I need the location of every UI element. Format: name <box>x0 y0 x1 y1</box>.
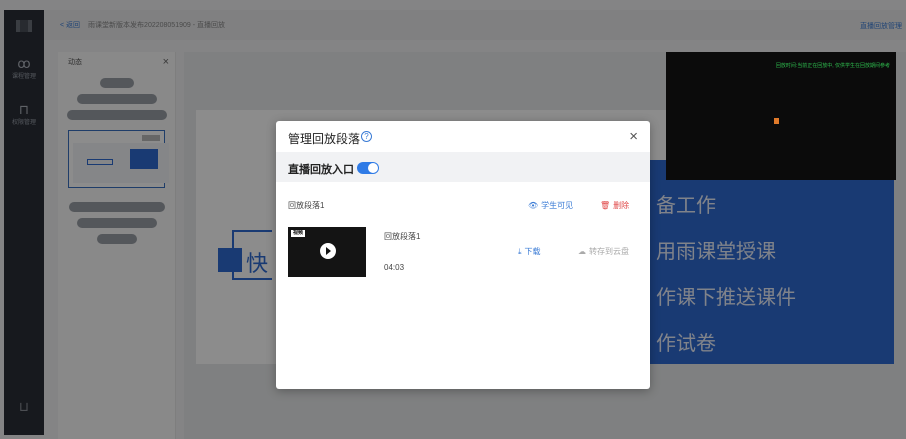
record-indicator-icon <box>774 118 779 124</box>
live-video-preview[interactable]: 回放时间:当前正在回放中, 仅供学生在回放期间参考 <box>666 52 896 180</box>
eye-icon: 👁 <box>528 201 539 210</box>
manage-replay-dialog: 管理回放段落 ? × 直播回放入口 回放段落1 👁 学生可见 🗑 删除 视频 回… <box>276 121 650 389</box>
cloud-icon: ☁ <box>578 247 586 256</box>
app-window: ꝏ 课程管理 ⊓ 权限管理 ⊔ < 返回 雨课堂新版本发布20220805190… <box>0 0 906 439</box>
play-icon[interactable] <box>320 243 336 259</box>
trash-icon: 🗑 <box>600 201 611 210</box>
download-button[interactable]: ⤓ 下载 <box>518 246 541 257</box>
delete-button[interactable]: 🗑 删除 <box>600 200 629 211</box>
video-note: 回放时间:当前正在回放中, 仅供学生在回放期间参考 <box>775 63 890 69</box>
dialog-title: 管理回放段落 <box>288 132 361 146</box>
save-to-cloud-label: 转存到云盘 <box>589 247 629 256</box>
replay-entry-label: 直播回放入口 <box>288 164 354 176</box>
segment-video-thumbnail[interactable]: 视频 <box>288 227 366 277</box>
video-tag: 视频 <box>291 230 306 237</box>
replay-entry-row: 直播回放入口 <box>276 152 650 182</box>
student-visible-label: 学生可见 <box>541 201 574 210</box>
help-icon[interactable]: ? <box>361 131 372 142</box>
segment-duration: 04:03 <box>384 263 405 272</box>
segment-header: 回放段落1 <box>288 201 325 210</box>
replay-entry-toggle[interactable] <box>357 162 379 174</box>
download-label: 下载 <box>524 247 541 256</box>
student-visible-button[interactable]: 👁 学生可见 <box>528 200 573 211</box>
segment-name: 回放段落1 <box>384 232 421 241</box>
save-to-cloud-button[interactable]: ☁ 转存到云盘 <box>578 246 629 257</box>
download-icon: ⤓ <box>518 246 522 256</box>
delete-label: 删除 <box>613 201 630 210</box>
close-icon[interactable]: × <box>629 128 638 145</box>
